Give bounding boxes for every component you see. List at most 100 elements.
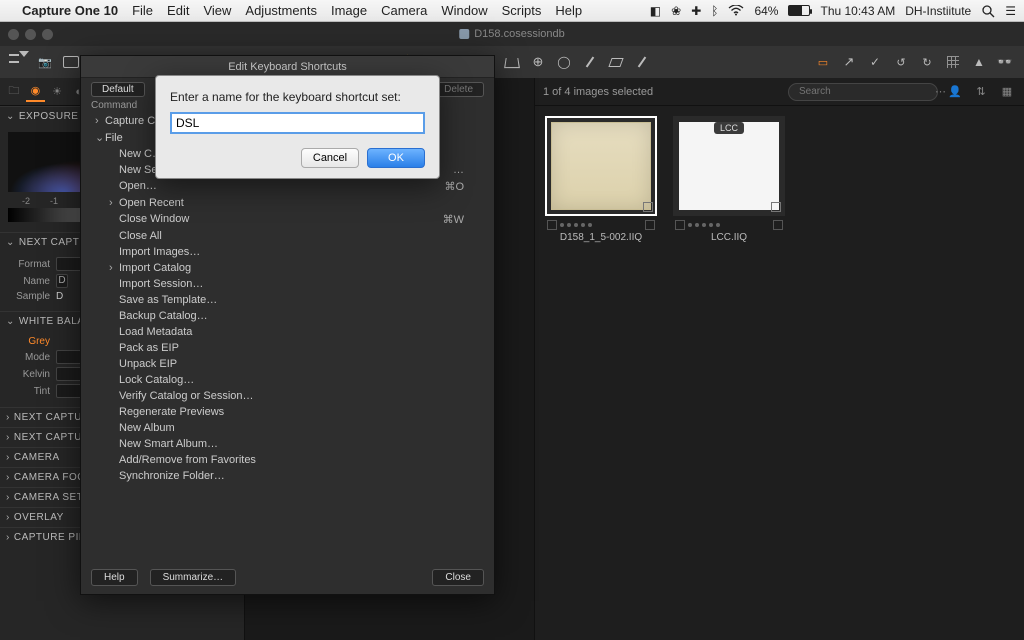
format-label: Format bbox=[8, 259, 50, 270]
menubar-extra-icon-1[interactable]: ◧ bbox=[650, 4, 661, 18]
keystone-tool-icon[interactable] bbox=[501, 51, 523, 73]
focus-mask-icon[interactable] bbox=[994, 51, 1016, 73]
browser-panel: 1 of 4 images selected ⋯ 👤 ⇅ ▦ D158_1_5-… bbox=[534, 78, 1024, 640]
user-name[interactable]: DH-Instiitute bbox=[905, 4, 971, 18]
thumb-corner-icon bbox=[643, 202, 653, 212]
traffic-lights[interactable] bbox=[8, 29, 53, 40]
eraser-tool-icon[interactable] bbox=[605, 51, 627, 73]
wb-mode-label: Mode bbox=[8, 352, 50, 363]
menu-scripts[interactable]: Scripts bbox=[502, 3, 542, 18]
mask-tool-icon[interactable] bbox=[553, 51, 575, 73]
tree-leaf[interactable]: Close Window⌘W bbox=[95, 211, 484, 228]
preset-default-button[interactable]: Default bbox=[91, 82, 145, 97]
tree-leaf[interactable]: New Album bbox=[95, 420, 484, 436]
tree-leaf[interactable]: Save as Template… bbox=[95, 292, 484, 308]
tree-leaf[interactable]: Add/Remove from Favorites bbox=[95, 452, 484, 468]
wb-kelvin-label: Kelvin bbox=[8, 369, 50, 380]
thumb-corner-icon bbox=[771, 202, 781, 212]
export-batch-icon[interactable] bbox=[60, 51, 82, 73]
battery-percent: 64% bbox=[754, 4, 778, 18]
tree-node-import-catalog[interactable]: ›Import Catalog bbox=[95, 260, 484, 276]
thumb-badge: LCC bbox=[714, 122, 744, 134]
name-entry-dialog: Enter a name for the keyboard shortcut s… bbox=[155, 75, 440, 179]
search-box[interactable]: ⋯ bbox=[788, 83, 938, 101]
tree-leaf[interactable]: Regenerate Previews bbox=[95, 404, 484, 420]
menu-list-icon[interactable]: ☰ bbox=[1005, 4, 1016, 18]
rotate-left-icon[interactable]: ↺ bbox=[890, 51, 912, 73]
spotlight-icon[interactable] bbox=[981, 4, 995, 18]
tree-leaf[interactable]: Import Session… bbox=[95, 276, 484, 292]
brush-tool-icon[interactable] bbox=[579, 51, 601, 73]
exp-tick: -2 bbox=[22, 196, 30, 206]
tree-leaf[interactable]: Open…⌘O bbox=[95, 178, 484, 195]
capture-icon[interactable]: 📷 bbox=[34, 51, 56, 73]
menu-adjustments[interactable]: Adjustments bbox=[245, 3, 317, 18]
tree-leaf[interactable]: Verify Catalog or Session… bbox=[95, 388, 484, 404]
tree-leaf[interactable]: Lock Catalog… bbox=[95, 372, 484, 388]
wb-grey-label[interactable]: Grey bbox=[8, 336, 50, 347]
spot-tool-icon[interactable] bbox=[527, 51, 549, 73]
thumb-filename: D158_1_5-002.IIQ bbox=[545, 232, 657, 243]
tree-leaf[interactable]: Import Images… bbox=[95, 244, 484, 260]
preset-delete-button[interactable]: Delete bbox=[433, 82, 484, 97]
menu-view[interactable]: View bbox=[203, 3, 231, 18]
grid-icon[interactable] bbox=[942, 51, 964, 73]
thumbnail[interactable]: D158_1_5-002.IIQ bbox=[545, 116, 657, 243]
menu-window[interactable]: Window bbox=[441, 3, 487, 18]
proof-icon[interactable] bbox=[864, 51, 886, 73]
rotate-right-icon[interactable]: ↻ bbox=[916, 51, 938, 73]
clock[interactable]: Thu 10:43 AM bbox=[820, 4, 895, 18]
menubar-extra-icon-2[interactable]: ❀ bbox=[671, 4, 681, 18]
menu-file[interactable]: File bbox=[132, 3, 153, 18]
tree-leaf[interactable]: Synchronize Folder… bbox=[95, 468, 484, 484]
tab-library-icon[interactable]: 🗀 bbox=[4, 82, 24, 102]
tree-leaf[interactable]: Backup Catalog… bbox=[95, 308, 484, 324]
browser-view-icon[interactable]: ▦ bbox=[998, 83, 1016, 101]
mac-menubar: Capture One 10 File Edit View Adjustment… bbox=[0, 0, 1024, 22]
column-command: Command bbox=[91, 100, 137, 111]
name-prompt: Enter a name for the keyboard shortcut s… bbox=[170, 90, 425, 104]
thumb-rating[interactable] bbox=[547, 220, 655, 230]
browser-user-icon[interactable]: 👤 bbox=[946, 83, 964, 101]
menubar-shield-icon[interactable]: ✚ bbox=[691, 4, 701, 18]
browser-sort-icon[interactable]: ⇅ bbox=[972, 83, 990, 101]
name-label: Name bbox=[8, 276, 50, 287]
name-field[interactable]: D bbox=[56, 274, 68, 288]
tab-capture-icon[interactable]: ◉ bbox=[26, 82, 46, 102]
tree-leaf[interactable]: New Smart Album… bbox=[95, 436, 484, 452]
layout-icon[interactable]: ▭ bbox=[812, 51, 834, 73]
bluetooth-icon[interactable]: ᛒ bbox=[711, 4, 718, 18]
document-title: D158.cosessiondb bbox=[474, 28, 565, 40]
search-input[interactable] bbox=[799, 86, 931, 97]
tab-color-icon[interactable]: ☀ bbox=[47, 82, 67, 102]
thumb-rating[interactable] bbox=[675, 220, 783, 230]
thumb-filename: LCC.IIQ bbox=[673, 232, 785, 243]
cancel-button[interactable]: Cancel bbox=[301, 148, 359, 168]
name-input[interactable] bbox=[170, 112, 425, 134]
menu-camera[interactable]: Camera bbox=[381, 3, 427, 18]
menu-help[interactable]: Help bbox=[555, 3, 582, 18]
process-icon[interactable] bbox=[838, 51, 860, 73]
wifi-icon[interactable] bbox=[728, 5, 744, 16]
tree-leaf[interactable]: Close All bbox=[95, 228, 484, 244]
tree-leaf[interactable]: Unpack EIP bbox=[95, 356, 484, 372]
summarize-button[interactable]: Summarize… bbox=[150, 569, 237, 586]
tree-leaf[interactable]: Load Metadata bbox=[95, 324, 484, 340]
document-icon bbox=[459, 29, 469, 39]
selection-status: 1 of 4 images selected bbox=[543, 86, 653, 98]
tree-leaf[interactable]: Pack as EIP bbox=[95, 340, 484, 356]
app-name[interactable]: Capture One 10 bbox=[22, 3, 118, 18]
menu-image[interactable]: Image bbox=[331, 3, 367, 18]
close-button[interactable]: Close bbox=[432, 569, 484, 586]
picker-tool-icon[interactable] bbox=[631, 51, 653, 73]
import-icon[interactable] bbox=[8, 51, 30, 73]
help-button[interactable]: Help bbox=[91, 569, 138, 586]
exp-tick: -1 bbox=[50, 196, 58, 206]
window-titlebar: D158.cosessiondb bbox=[0, 22, 1024, 46]
warning-icon[interactable] bbox=[968, 51, 990, 73]
menu-edit[interactable]: Edit bbox=[167, 3, 189, 18]
tree-node-open-recent[interactable]: ›Open Recent bbox=[95, 195, 484, 211]
battery-icon[interactable] bbox=[788, 5, 810, 16]
thumbnail[interactable]: LCC LCC.IIQ bbox=[673, 116, 785, 243]
ok-button[interactable]: OK bbox=[367, 148, 425, 168]
